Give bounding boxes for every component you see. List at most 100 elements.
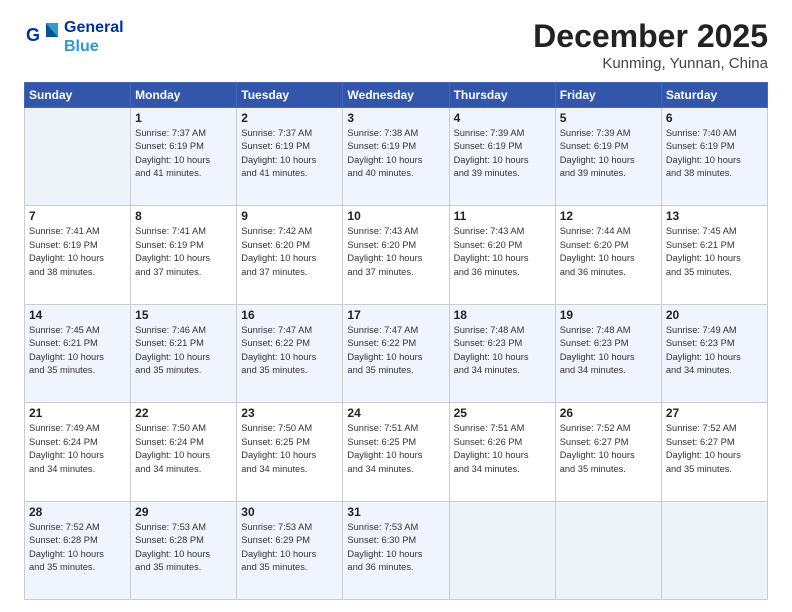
- day-detail: Sunrise: 7:50 AM Sunset: 6:24 PM Dayligh…: [135, 422, 232, 476]
- day-number: 17: [347, 308, 444, 322]
- weekday-header-wednesday: Wednesday: [343, 83, 449, 108]
- calendar-table: SundayMondayTuesdayWednesdayThursdayFrid…: [24, 82, 768, 600]
- day-number: 24: [347, 406, 444, 420]
- day-detail: Sunrise: 7:40 AM Sunset: 6:19 PM Dayligh…: [666, 127, 763, 181]
- day-detail: Sunrise: 7:37 AM Sunset: 6:19 PM Dayligh…: [135, 127, 232, 181]
- calendar-week-5: 28Sunrise: 7:52 AM Sunset: 6:28 PM Dayli…: [25, 501, 768, 599]
- day-number: 29: [135, 505, 232, 519]
- day-number: 8: [135, 209, 232, 223]
- svg-text:G: G: [26, 25, 40, 45]
- day-detail: Sunrise: 7:53 AM Sunset: 6:28 PM Dayligh…: [135, 521, 232, 575]
- calendar-cell: 23 Sunrise: 7:50 AM Sunset: 6:25 PM Dayli…: [237, 403, 343, 501]
- day-detail: Sunrise: 7:51 AM Sunset: 6:25 PM Dayligh…: [347, 422, 444, 476]
- weekday-header-thursday: Thursday: [449, 83, 555, 108]
- calendar-cell: 14Sunrise: 7:45 AM Sunset: 6:21 PM Dayli…: [25, 304, 131, 402]
- calendar-cell: 30Sunrise: 7:53 AM Sunset: 6:29 PM Dayli…: [237, 501, 343, 599]
- day-number: 15: [135, 308, 232, 322]
- location: Kunming, Yunnan, China: [533, 55, 768, 72]
- day-number: 9: [241, 209, 338, 223]
- weekday-header-friday: Friday: [555, 83, 661, 108]
- calendar-cell: 21Sunrise: 7:49 AM Sunset: 6:24 PM Dayli…: [25, 403, 131, 501]
- calendar-cell: 22Sunrise: 7:50 AM Sunset: 6:24 PM Dayli…: [131, 403, 237, 501]
- calendar-cell: 12Sunrise: 7:44 AM Sunset: 6:20 PM Dayli…: [555, 206, 661, 304]
- day-detail: Sunrise: 7:37 AM Sunset: 6:19 PM Dayligh…: [241, 127, 338, 181]
- weekday-header-row: SundayMondayTuesdayWednesdayThursdayFrid…: [25, 83, 768, 108]
- day-number: 11: [454, 209, 551, 223]
- weekday-header-sunday: Sunday: [25, 83, 131, 108]
- calendar-cell: 17 Sunrise: 7:47 AM Sunset: 6:22 PM Dayli…: [343, 304, 449, 402]
- day-detail: Sunrise: 7:41 AM Sunset: 6:19 PM Dayligh…: [29, 225, 126, 279]
- weekday-header-saturday: Saturday: [661, 83, 767, 108]
- calendar-cell: [661, 501, 767, 599]
- calendar-week-2: 7 Sunrise: 7:41 AM Sunset: 6:19 PM Daylig…: [25, 206, 768, 304]
- day-number: 28: [29, 505, 126, 519]
- calendar-week-1: 1 Sunrise: 7:37 AM Sunset: 6:19 PM Daylig…: [25, 108, 768, 206]
- calendar-cell: 27Sunrise: 7:52 AM Sunset: 6:27 PM Dayli…: [661, 403, 767, 501]
- day-number: 7: [29, 209, 126, 223]
- weekday-header-monday: Monday: [131, 83, 237, 108]
- calendar-cell: 11 Sunrise: 7:43 AM Sunset: 6:20 PM Dayli…: [449, 206, 555, 304]
- calendar-cell: [555, 501, 661, 599]
- calendar-cell: 24 Sunrise: 7:51 AM Sunset: 6:25 PM Dayli…: [343, 403, 449, 501]
- day-number: 4: [454, 111, 551, 125]
- day-number: 10: [347, 209, 444, 223]
- day-detail: Sunrise: 7:46 AM Sunset: 6:21 PM Dayligh…: [135, 324, 232, 378]
- calendar-cell: 19 Sunrise: 7:48 AM Sunset: 6:23 PM Dayli…: [555, 304, 661, 402]
- calendar-cell: 3Sunrise: 7:38 AM Sunset: 6:19 PM Daylig…: [343, 108, 449, 206]
- calendar-cell: 28Sunrise: 7:52 AM Sunset: 6:28 PM Dayli…: [25, 501, 131, 599]
- calendar-cell: [25, 108, 131, 206]
- day-number: 2: [241, 111, 338, 125]
- day-detail: Sunrise: 7:53 AM Sunset: 6:30 PM Dayligh…: [347, 521, 444, 575]
- day-detail: Sunrise: 7:39 AM Sunset: 6:19 PM Dayligh…: [454, 127, 551, 181]
- calendar-cell: 9 Sunrise: 7:42 AM Sunset: 6:20 PM Daylig…: [237, 206, 343, 304]
- day-number: 31: [347, 505, 444, 519]
- day-detail: Sunrise: 7:52 AM Sunset: 6:27 PM Dayligh…: [666, 422, 763, 476]
- calendar-cell: 13Sunrise: 7:45 AM Sunset: 6:21 PM Dayli…: [661, 206, 767, 304]
- day-number: 26: [560, 406, 657, 420]
- calendar-cell: 10 Sunrise: 7:43 AM Sunset: 6:20 PM Dayli…: [343, 206, 449, 304]
- day-number: 6: [666, 111, 763, 125]
- logo: G General Blue: [24, 18, 124, 56]
- day-number: 18: [454, 308, 551, 322]
- calendar-cell: 6 Sunrise: 7:40 AM Sunset: 6:19 PM Daylig…: [661, 108, 767, 206]
- calendar-cell: 15 Sunrise: 7:46 AM Sunset: 6:21 PM Dayli…: [131, 304, 237, 402]
- calendar-cell: 29 Sunrise: 7:53 AM Sunset: 6:28 PM Dayli…: [131, 501, 237, 599]
- day-detail: Sunrise: 7:47 AM Sunset: 6:22 PM Dayligh…: [241, 324, 338, 378]
- calendar-cell: 16 Sunrise: 7:47 AM Sunset: 6:22 PM Dayli…: [237, 304, 343, 402]
- day-detail: Sunrise: 7:41 AM Sunset: 6:19 PM Dayligh…: [135, 225, 232, 279]
- calendar-cell: 4 Sunrise: 7:39 AM Sunset: 6:19 PM Daylig…: [449, 108, 555, 206]
- calendar-cell: 25Sunrise: 7:51 AM Sunset: 6:26 PM Dayli…: [449, 403, 555, 501]
- month-title: December 2025: [533, 18, 768, 55]
- calendar-cell: 1 Sunrise: 7:37 AM Sunset: 6:19 PM Daylig…: [131, 108, 237, 206]
- day-detail: Sunrise: 7:43 AM Sunset: 6:20 PM Dayligh…: [454, 225, 551, 279]
- logo-text: General Blue: [64, 18, 124, 56]
- calendar-week-3: 14Sunrise: 7:45 AM Sunset: 6:21 PM Dayli…: [25, 304, 768, 402]
- day-number: 20: [666, 308, 763, 322]
- day-number: 30: [241, 505, 338, 519]
- day-detail: Sunrise: 7:45 AM Sunset: 6:21 PM Dayligh…: [666, 225, 763, 279]
- calendar-cell: 26Sunrise: 7:52 AM Sunset: 6:27 PM Dayli…: [555, 403, 661, 501]
- page: G General Blue December 2025 Kunming, Yu…: [0, 0, 792, 612]
- day-detail: Sunrise: 7:42 AM Sunset: 6:20 PM Dayligh…: [241, 225, 338, 279]
- day-number: 16: [241, 308, 338, 322]
- day-number: 23: [241, 406, 338, 420]
- day-detail: Sunrise: 7:43 AM Sunset: 6:20 PM Dayligh…: [347, 225, 444, 279]
- day-number: 12: [560, 209, 657, 223]
- calendar-cell: 18Sunrise: 7:48 AM Sunset: 6:23 PM Dayli…: [449, 304, 555, 402]
- calendar-cell: 8 Sunrise: 7:41 AM Sunset: 6:19 PM Daylig…: [131, 206, 237, 304]
- day-number: 1: [135, 111, 232, 125]
- day-number: 5: [560, 111, 657, 125]
- calendar-cell: 7 Sunrise: 7:41 AM Sunset: 6:19 PM Daylig…: [25, 206, 131, 304]
- day-detail: Sunrise: 7:47 AM Sunset: 6:22 PM Dayligh…: [347, 324, 444, 378]
- header: G General Blue December 2025 Kunming, Yu…: [24, 18, 768, 72]
- day-number: 3: [347, 111, 444, 125]
- day-detail: Sunrise: 7:49 AM Sunset: 6:24 PM Dayligh…: [29, 422, 126, 476]
- day-number: 19: [560, 308, 657, 322]
- logo-icon: G: [24, 19, 60, 55]
- calendar-cell: 2 Sunrise: 7:37 AM Sunset: 6:19 PM Daylig…: [237, 108, 343, 206]
- day-detail: Sunrise: 7:50 AM Sunset: 6:25 PM Dayligh…: [241, 422, 338, 476]
- day-number: 25: [454, 406, 551, 420]
- day-detail: Sunrise: 7:39 AM Sunset: 6:19 PM Dayligh…: [560, 127, 657, 181]
- calendar-cell: 20Sunrise: 7:49 AM Sunset: 6:23 PM Dayli…: [661, 304, 767, 402]
- day-detail: Sunrise: 7:48 AM Sunset: 6:23 PM Dayligh…: [560, 324, 657, 378]
